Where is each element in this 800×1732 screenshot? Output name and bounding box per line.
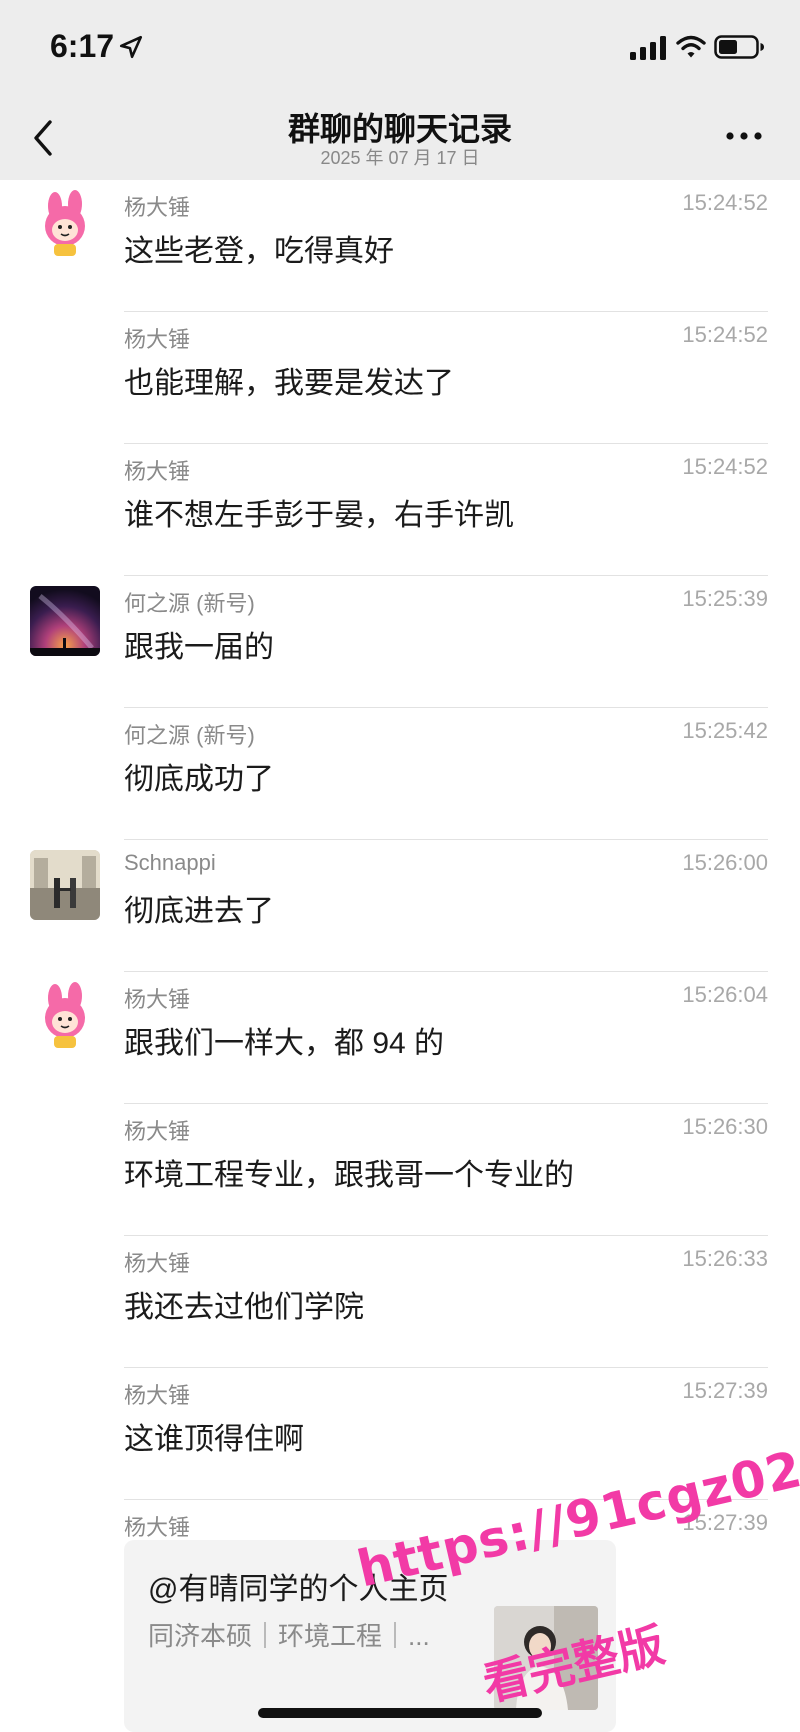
message-time: 15:26:04 <box>682 982 768 1007</box>
message-text: 也能理解，我要是发达了 <box>124 367 454 400</box>
message-time: 15:27:39 <box>682 1378 768 1403</box>
message-item[interactable]: 杨大锤 15:26:04 跟我们一样大，都 94 的 <box>0 972 800 1104</box>
message-item[interactable]: 杨大锤 15:26:30 环境工程专业，跟我哥一个专业的 <box>0 1104 800 1236</box>
sender-name: 何之源 (新号) <box>124 723 255 748</box>
message-text: 跟我一届的 <box>124 631 274 664</box>
message-text: 跟我们一样大，都 94 的 <box>124 1027 445 1060</box>
message-time: 15:24:52 <box>682 454 768 479</box>
navigation-bar: 群聊的聊天记录 2025 年 07 月 17 日 <box>0 96 800 180</box>
status-time: 6:17 <box>50 28 115 64</box>
pink-rabbit-avatar-icon <box>30 190 100 260</box>
message-item[interactable]: 杨大锤 15:24:52 这些老登，吃得真好 <box>0 180 800 312</box>
sender-name: 杨大锤 <box>124 327 191 352</box>
message-text: 环境工程专业，跟我哥一个专业的 <box>124 1159 574 1192</box>
sender-name: 杨大锤 <box>124 1515 191 1540</box>
sender-name: 杨大锤 <box>124 459 191 484</box>
avatar[interactable] <box>30 190 100 260</box>
message-text: 彻底成功了 <box>124 763 274 796</box>
message-item[interactable]: Schnappi 15:26:00 彻底进去了 <box>0 840 800 972</box>
avatar[interactable] <box>30 850 100 920</box>
message-text: 这些老登，吃得真好 <box>124 235 394 268</box>
message-text: 这谁顶得住啊 <box>124 1423 304 1456</box>
more-options-icon[interactable] <box>724 126 764 146</box>
avatar[interactable] <box>30 982 100 1052</box>
message-item[interactable]: 杨大锤 15:24:52 谁不想左手彭于晏，右手许凯 <box>0 444 800 576</box>
message-time: 15:25:39 <box>682 586 768 611</box>
page-subtitle-date: 2025 年 07 月 17 日 <box>320 148 480 168</box>
cellular-signal-icon <box>630 36 666 60</box>
pink-rabbit-avatar-icon <box>30 982 100 1052</box>
night-sky-avatar-icon <box>30 586 100 656</box>
status-bar: 6:17 <box>0 0 800 96</box>
sender-name: 杨大锤 <box>124 1383 191 1408</box>
message-time: 15:24:52 <box>682 322 768 347</box>
message-time: 15:25:42 <box>682 718 768 743</box>
battery-icon <box>714 35 764 59</box>
wifi-icon <box>676 35 706 58</box>
sender-name: Schnappi <box>124 850 216 875</box>
avatar[interactable] <box>30 586 100 656</box>
home-indicator[interactable] <box>258 1708 542 1718</box>
message-text: 彻底进去了 <box>124 895 274 928</box>
card-description: 同济本硕｜环境工程｜... <box>148 1621 430 1651</box>
message-time: 15:26:30 <box>682 1114 768 1139</box>
message-item[interactable]: 何之源 (新号) 15:25:39 跟我一届的 <box>0 576 800 708</box>
sender-name: 杨大锤 <box>124 987 191 1012</box>
handshake-photo-avatar-icon <box>30 850 100 920</box>
message-time: 15:26:33 <box>682 1246 768 1271</box>
message-text: 谁不想左手彭于晏，右手许凯 <box>124 499 514 532</box>
message-text: 我还去过他们学院 <box>124 1291 364 1324</box>
message-item[interactable]: 杨大锤 15:26:33 我还去过他们学院 <box>0 1236 800 1368</box>
message-item[interactable]: 何之源 (新号) 15:25:42 彻底成功了 <box>0 708 800 840</box>
message-item[interactable]: 杨大锤 15:24:52 也能理解，我要是发达了 <box>0 312 800 444</box>
sender-name: 杨大锤 <box>124 1119 191 1144</box>
message-time: 15:26:00 <box>682 850 768 875</box>
message-time: 15:24:52 <box>682 190 768 215</box>
sender-name: 杨大锤 <box>124 195 191 220</box>
sender-name: 何之源 (新号) <box>124 591 255 616</box>
sender-name: 杨大锤 <box>124 1251 191 1276</box>
location-arrow-icon <box>119 35 143 59</box>
